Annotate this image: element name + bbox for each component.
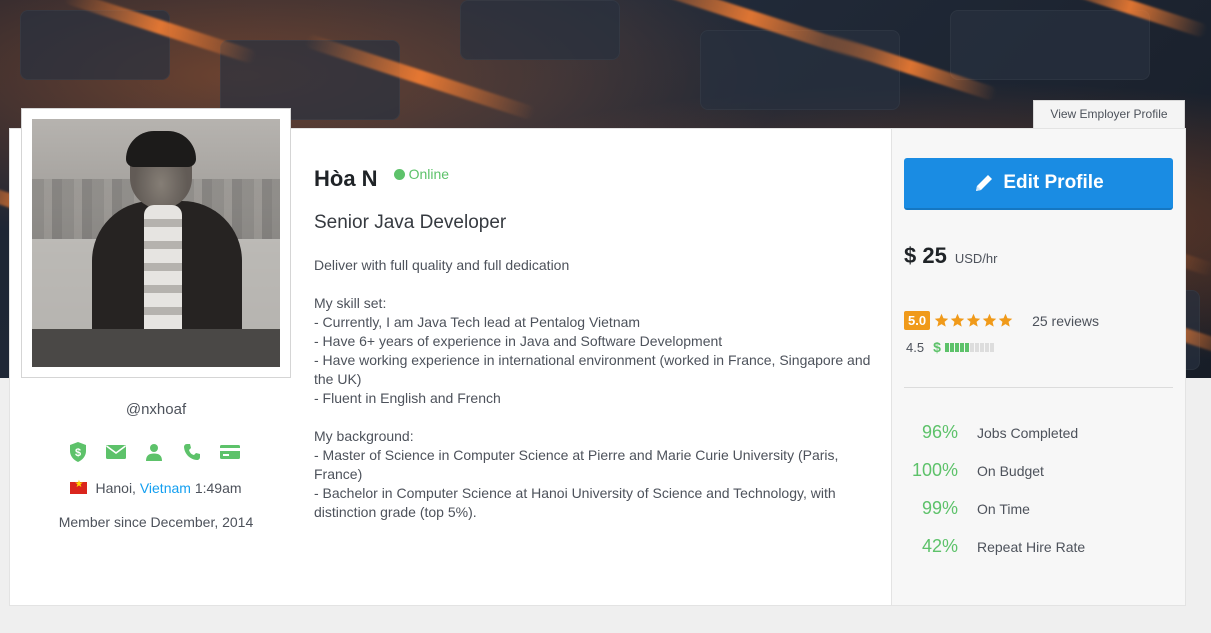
star-icon xyxy=(950,313,965,327)
earnings-bar xyxy=(979,342,984,352)
stat-percent: 100% xyxy=(911,460,958,480)
stat-jobs-completed: 96% Jobs Completed xyxy=(904,422,1078,443)
stat-on-time: 99% On Time xyxy=(904,498,1030,519)
edit-profile-button[interactable]: Edit Profile xyxy=(904,158,1173,210)
phone-icon[interactable] xyxy=(180,440,204,464)
profile-description: Deliver with full quality and full dedic… xyxy=(314,256,874,522)
vietnam-flag-icon xyxy=(70,479,88,494)
description-line: - Fluent in English and French xyxy=(314,390,501,406)
stat-percent: 96% xyxy=(921,422,958,442)
stat-repeat-hire-rate: 42% Repeat Hire Rate xyxy=(904,536,1085,557)
stat-on-budget: 100% On Budget xyxy=(904,460,1044,481)
profile-tagline: Senior Java Developer xyxy=(314,212,507,233)
earnings-bar xyxy=(964,342,969,352)
mail-icon[interactable] xyxy=(104,440,128,464)
star-icon xyxy=(982,313,997,327)
stat-label: On Time xyxy=(977,500,1030,517)
earnings-bar xyxy=(949,342,954,352)
description-line: - Bachelor in Computer Science at Hanoi … xyxy=(314,485,836,520)
online-dot-icon xyxy=(393,168,405,180)
location-city: Hanoi, xyxy=(95,480,136,496)
view-employer-profile-button[interactable]: View Employer Profile xyxy=(1033,100,1185,128)
svg-text:$: $ xyxy=(75,447,81,459)
verification-badges: $ xyxy=(66,440,242,464)
earnings-bar xyxy=(969,342,974,352)
description-line: - Have 6+ years of experience in Java an… xyxy=(314,333,723,349)
dollar-icon: $ xyxy=(933,339,941,355)
edit-profile-label: Edit Profile xyxy=(1003,172,1104,193)
name-row: Hòa N Online xyxy=(314,166,449,192)
star-icon xyxy=(998,313,1013,327)
online-label: Online xyxy=(408,166,450,182)
description-line: My skill set: xyxy=(314,295,387,311)
member-since: Member since December, 2014 xyxy=(58,514,254,530)
stat-label: On Budget xyxy=(977,462,1044,479)
description-line: - Have working experience in internation… xyxy=(314,352,871,387)
local-time: 1:49am xyxy=(194,480,242,496)
stat-label: Repeat Hire Rate xyxy=(977,538,1086,555)
earnings-row: 4.5 $ xyxy=(906,339,994,355)
shield-dollar-icon[interactable]: $ xyxy=(66,440,90,464)
rating-row: 5.0 25 reviews xyxy=(904,311,1099,330)
payment-card-icon[interactable] xyxy=(218,440,242,464)
earnings-bar xyxy=(944,342,949,352)
earnings-bars xyxy=(944,342,994,352)
earnings-bar xyxy=(974,342,979,352)
user-icon[interactable] xyxy=(142,440,166,464)
stat-percent: 42% xyxy=(921,536,958,556)
avatar-frame xyxy=(21,108,291,378)
earnings-bar xyxy=(989,342,994,352)
earnings-bar xyxy=(954,342,959,352)
star-rating xyxy=(934,313,1013,328)
username-handle: @nxhoaf xyxy=(125,401,187,418)
description-line: - Master of Science in Computer Science … xyxy=(314,447,839,482)
hourly-rate: $ 25 USD/hr xyxy=(904,243,997,269)
divider xyxy=(904,387,1173,388)
star-icon xyxy=(966,313,981,327)
avatar xyxy=(32,119,280,367)
rate-unit: USD/hr xyxy=(954,251,998,266)
rate-amount: $ 25 xyxy=(904,243,947,268)
online-status: Online xyxy=(393,166,450,182)
earnings-bar xyxy=(959,342,964,352)
pencil-icon xyxy=(976,175,993,191)
stat-label: Jobs Completed xyxy=(977,424,1079,441)
location: Hanoi, Vietnam 1:49am xyxy=(21,479,291,496)
rating-badge: 5.0 xyxy=(904,311,931,330)
stat-percent: 99% xyxy=(921,498,958,518)
description-line: My background: xyxy=(314,428,414,444)
earnings-score: 4.5 xyxy=(906,339,925,355)
reviews-count[interactable]: 25 reviews xyxy=(1032,313,1099,329)
star-icon xyxy=(934,313,949,327)
profile-name: Hòa N xyxy=(314,166,378,191)
location-country-link[interactable]: Vietnam xyxy=(140,480,191,496)
description-line: Deliver with full quality and full dedic… xyxy=(314,257,570,273)
description-line: - Currently, I am Java Tech lead at Pent… xyxy=(314,314,641,330)
earnings-bar xyxy=(984,342,989,352)
